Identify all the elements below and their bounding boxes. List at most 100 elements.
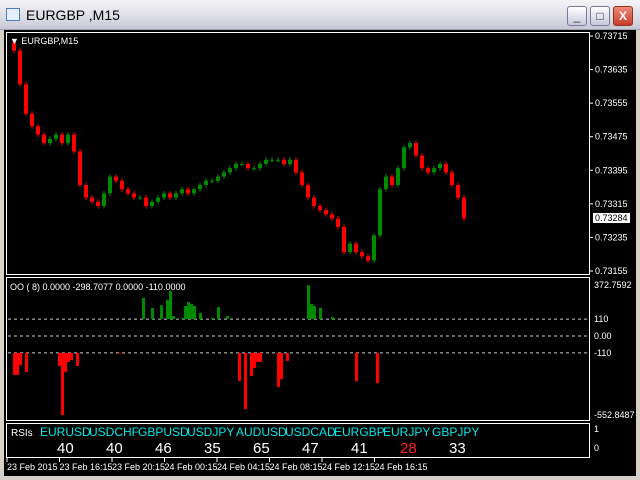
histogram-bar — [310, 304, 313, 320]
candle-body — [294, 159, 298, 173]
candle-body — [66, 134, 70, 144]
candle-body — [450, 172, 454, 185]
chart-symbol-label[interactable]: ▼ EURGBP,M15 — [10, 36, 78, 46]
candle-body — [150, 201, 154, 206]
price-tick-label: 0.73235 — [595, 232, 628, 242]
rsi-value-usdjpy: 35 — [204, 440, 221, 457]
candle-body — [174, 193, 178, 198]
candle-body — [216, 176, 220, 181]
candle-body — [36, 126, 40, 135]
rsi-value-gbpjpy: 33 — [449, 440, 466, 457]
histogram-bar — [169, 290, 172, 320]
price-tick-label: 0.73555 — [595, 98, 628, 108]
candle-body — [222, 172, 226, 177]
indicator-histogram — [8, 285, 588, 416]
candle-body — [390, 176, 394, 185]
time-tick-label: 24 Feb 16:15 — [375, 462, 428, 472]
candle-body — [48, 138, 52, 144]
histogram-bar — [166, 300, 169, 320]
histogram-bar — [244, 352, 247, 410]
histogram-bar — [13, 352, 16, 375]
rsi-pair-eurjpy: EURJPY — [383, 425, 431, 439]
price-tick-label: 0.73155 — [595, 266, 628, 276]
candle-body — [336, 218, 340, 227]
candle-body — [396, 168, 400, 185]
histogram-bar — [190, 304, 193, 320]
rsi-pair-gbpjpy: GBPJPY — [432, 425, 480, 439]
time-tick-label: 23 Feb 2015 — [7, 462, 58, 472]
rsi-pair-usdjpy: USDJPY — [187, 425, 235, 439]
chart-canvas[interactable]: 0.73715 0.73635 0.73555 0.73475 0.73395 0.733… — [0, 0, 640, 480]
candle-body — [30, 113, 34, 127]
candle-body — [306, 184, 310, 198]
candle-body — [144, 197, 148, 206]
candle-body — [162, 193, 166, 198]
candle-body — [426, 168, 430, 173]
candle-body — [456, 184, 460, 198]
histogram-bar — [217, 307, 220, 320]
rsi-pair-eurusd: EURUSD — [40, 425, 91, 439]
rsi-value-audusd: 65 — [253, 440, 270, 457]
histogram-bar — [355, 352, 358, 382]
histogram-bar — [250, 352, 253, 376]
candle-body — [84, 184, 88, 198]
histogram-bar — [16, 352, 19, 375]
rsi-value-usdchf: 40 — [106, 440, 123, 457]
histogram-bar — [61, 352, 64, 416]
histogram-bar — [256, 352, 259, 362]
candles — [12, 39, 466, 264]
price-tick-label: 0.73475 — [595, 132, 628, 142]
candle-body — [192, 189, 196, 194]
candle-body — [96, 201, 100, 206]
histogram-bar — [181, 318, 184, 320]
histogram-bar — [259, 352, 262, 362]
time-tick-label: 23 Feb 16:15 — [60, 462, 113, 472]
candle-body — [18, 50, 22, 85]
histogram-bar — [76, 352, 79, 366]
rsi-pair-eurgbp: EURGBP — [334, 425, 385, 439]
histogram-bar — [253, 352, 256, 368]
candle-body — [258, 163, 262, 169]
histogram-bar — [19, 352, 22, 366]
indicator-tick-label: -110 — [594, 348, 611, 358]
histogram-bar — [67, 352, 70, 362]
histogram-bar — [187, 302, 190, 320]
candle-body — [360, 252, 364, 257]
candle-body — [42, 134, 46, 144]
candle-body — [414, 143, 418, 156]
candle-body — [132, 193, 136, 198]
histogram-bar — [226, 316, 229, 320]
price-tick-label: 0.73395 — [595, 165, 628, 175]
indicator-tick-label: 372.7592 — [594, 280, 632, 290]
axes: 0.73715 0.73635 0.73555 0.73475 0.73395 0.733… — [6, 31, 635, 472]
rsi-tick-label: 1 — [594, 424, 599, 434]
histogram-bar — [334, 318, 337, 320]
histogram-bar — [319, 308, 322, 320]
candle-body — [354, 243, 358, 253]
histogram-bar — [151, 308, 154, 320]
histogram-bar — [211, 318, 214, 320]
rsi-pair-gbpusd: GBPUSD — [138, 425, 189, 439]
histogram-bar — [331, 316, 334, 320]
price-tick-label: 0.73715 — [595, 31, 628, 41]
candle-body — [366, 256, 370, 261]
candle-body — [246, 163, 250, 169]
histogram-bar — [184, 306, 187, 320]
candle-body — [60, 134, 64, 144]
time-tick-label: 24 Feb 04:15 — [217, 462, 270, 472]
histogram-bar — [376, 352, 379, 384]
candle-body — [252, 168, 256, 170]
symbol-text: EURGBP,M15 — [21, 36, 79, 46]
candle-body — [204, 180, 208, 185]
candle-body — [186, 189, 190, 194]
candle-body — [108, 176, 112, 194]
indicator-tick-label: 0.00 — [594, 331, 612, 341]
candle-body — [402, 147, 406, 169]
candle-body — [198, 184, 202, 190]
candle-body — [210, 180, 214, 182]
histogram-bar — [286, 352, 289, 361]
rsi-label: RSIs — [11, 428, 33, 439]
candle-body — [240, 163, 244, 165]
time-tick-label: 24 Feb 12:15 — [322, 462, 375, 472]
candle-body — [378, 189, 382, 236]
